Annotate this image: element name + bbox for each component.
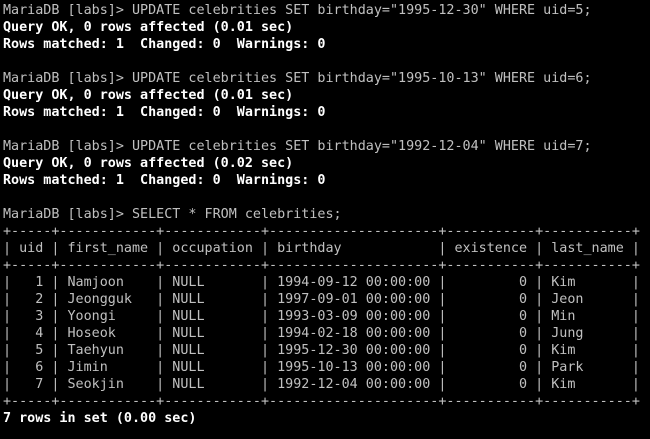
terminal-window[interactable]: MariaDB [labs]> UPDATE celebrities SET b… xyxy=(0,0,650,439)
terminal-line: Rows matched: 1 Changed: 0 Warnings: 0 xyxy=(3,105,326,120)
table-border: +-----+------------+------------+-------… xyxy=(3,258,640,273)
table-row: | 1 | Namjoon | NULL | 1994-09-12 00:00:… xyxy=(3,275,640,290)
table-row: | 7 | Seokjin | NULL | 1992-12-04 00:00:… xyxy=(3,377,640,392)
terminal-line: MariaDB [labs]> UPDATE celebrities SET b… xyxy=(3,3,592,18)
terminal-line: Query OK, 0 rows affected (0.02 sec) xyxy=(3,156,294,171)
table-header: | uid | first_name | occupation | birthd… xyxy=(3,241,640,256)
table-row: | 6 | Jimin | NULL | 1995-10-13 00:00:00… xyxy=(3,360,640,375)
table-row: | 2 | Jeongguk | NULL | 1997-09-01 00:00… xyxy=(3,292,640,307)
terminal-line: MariaDB [labs]> UPDATE celebrities SET b… xyxy=(3,139,592,154)
table-row: | 5 | Taehyun | NULL | 1995-12-30 00:00:… xyxy=(3,343,640,358)
terminal-line: Query OK, 0 rows affected (0.01 sec) xyxy=(3,20,294,35)
table-border: +-----+------------+------------+-------… xyxy=(3,394,640,409)
terminal-line: MariaDB [labs]> UPDATE celebrities SET b… xyxy=(3,71,592,86)
table-row: | 4 | Hoseok | NULL | 1994-02-18 00:00:0… xyxy=(3,326,640,341)
terminal-line: Rows matched: 1 Changed: 0 Warnings: 0 xyxy=(3,173,326,188)
table-border: +-----+------------+------------+-------… xyxy=(3,224,640,239)
terminal-line: Rows matched: 1 Changed: 0 Warnings: 0 xyxy=(3,37,326,52)
terminal-line: Query OK, 0 rows affected (0.01 sec) xyxy=(3,88,294,103)
result-summary: 7 rows in set (0.00 sec) xyxy=(3,411,197,426)
terminal-line: MariaDB [labs]> SELECT * FROM celebritie… xyxy=(3,207,342,222)
table-row: | 3 | Yoongi | NULL | 1993-03-09 00:00:0… xyxy=(3,309,640,324)
